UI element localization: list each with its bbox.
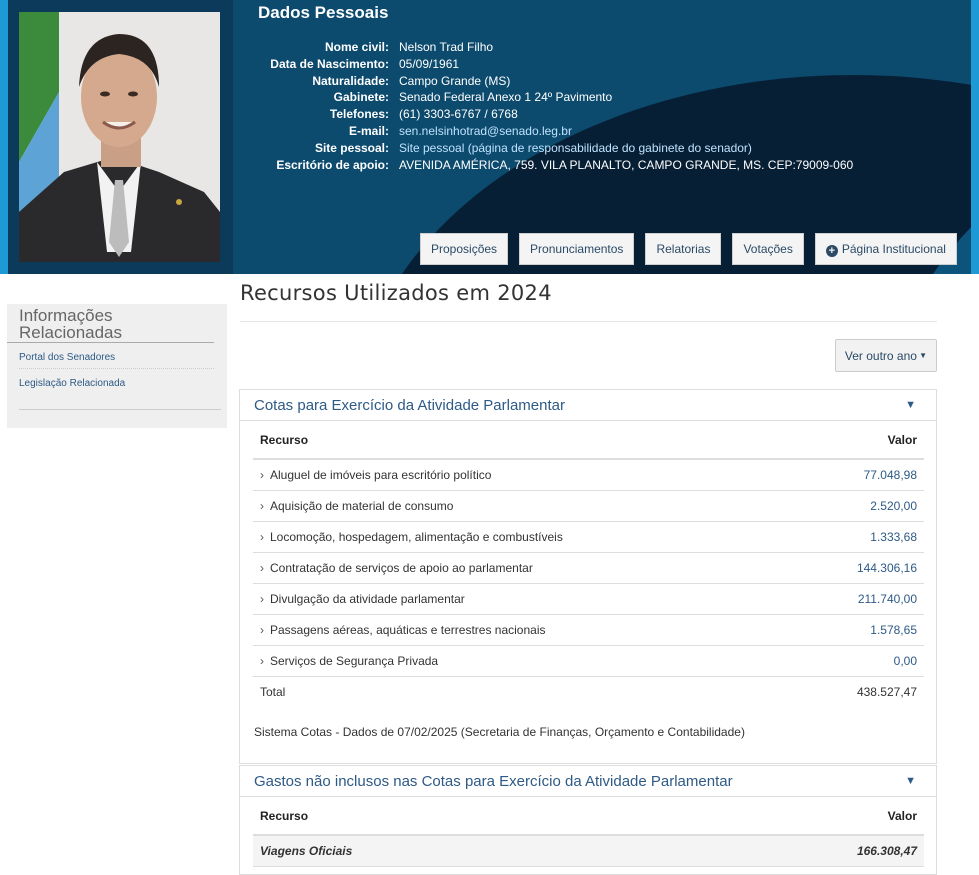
row-value[interactable]: 144.306,16 [794,552,924,584]
data-source-note: Sistema Cotas - Dados de 07/02/2025 (Sec… [254,725,745,739]
year-select-button[interactable]: Ver outro ano ▼ [835,339,937,372]
table-row[interactable]: › Serviços de Segurança Privada 0,00 [253,645,924,677]
info-value: (61) 3303-6767 / 6768 [399,107,518,122]
info-value: 05/09/1961 [399,56,460,71]
sidebar-title: Informações Relacionadas [7,304,214,343]
info-row-nascimento: Data de Nascimento: 05/09/1961 [241,56,961,73]
profile-header: Dados Pessoais Nome civil: Nelson Trad F… [8,0,971,274]
chevron-right-icon: › [260,622,264,637]
info-label: Escritório de apoio: [276,157,389,172]
table-row[interactable]: › Contratação de serviços de apoio ao par… [253,552,924,584]
row-label: Aquisição de material de consumo [270,498,454,513]
gastos-panel-title: Gastos não inclusos nas Cotas para Exerc… [254,773,733,790]
total-value: 438.527,47 [856,684,917,699]
related-info-sidebar: Informações Relacionadas Portal dos Sena… [7,304,227,428]
row-label: Divulgação da atividade parlamentar [270,591,465,606]
header-right-edge [971,0,979,274]
info-row-escritorio: Escritório de apoio: AVENIDA AMÉRICA, 75… [241,157,961,174]
cotas-panel: Cotas para Exercício da Atividade Parlam… [239,389,937,764]
cotas-table: Recurso Valor › Aluguel de imóveis para e… [253,421,924,707]
sidebar-link-portal-senadores[interactable]: Portal dos Senadores [19,343,214,369]
info-label: Site pessoal: [314,140,389,155]
info-value: Senado Federal Anexo 1 24º Pavimento [399,90,613,105]
info-row-site: Site pessoal: Site pessoal (página de re… [241,140,961,157]
cotas-panel-header[interactable]: Cotas para Exercício da Atividade Parlam… [240,390,936,421]
row-label: Contratação de serviços de apoio ao parl… [270,560,533,575]
table-row[interactable]: › Aquisição de material de consumo 2.520,… [253,490,924,522]
row-value[interactable]: 2.520,00 [794,490,924,522]
info-value: Campo Grande (MS) [399,73,511,88]
year-select-label: Ver outro ano [844,349,917,363]
table-header-row: Recurso Valor [253,797,924,836]
section-title-dados-pessoais: Dados Pessoais [258,3,389,22]
info-value: AVENIDA AMÉRICA, 759. VILA PLANALTO, CAM… [399,157,854,172]
info-label: Telefones: [329,107,389,122]
pagina-institucional-label: Página Institucional [841,242,946,256]
title-divider [240,321,937,322]
collapse-toggle-icon[interactable]: ▼ [905,775,916,787]
gastos-panel: Gastos não inclusos nas Cotas para Exerc… [239,765,937,875]
chevron-right-icon: › [260,653,264,668]
info-value: Nelson Trad Filho [399,40,494,54]
table-row[interactable]: › Passagens aéreas, aquáticas e terrestre… [253,614,924,646]
collapse-toggle-icon[interactable]: ▼ [905,399,916,411]
votacoes-button[interactable]: Votações [732,233,804,265]
chevron-right-icon: › [260,591,264,606]
gastos-table: Recurso Valor Viagens Oficiais 166.308,4… [253,797,924,867]
info-label: Naturalidade: [312,73,389,88]
row-label: Locomoção, hospedagem, alimentação e com… [270,529,563,544]
sidebar-link-legislacao[interactable]: Legislação Relacionada [19,369,214,395]
info-label: Data de Nascimento: [270,56,389,71]
row-label: Viagens Oficiais [253,835,638,867]
chevron-right-icon: › [260,467,264,482]
info-row-telefones: Telefones: (61) 3303-6767 / 6768 [241,106,961,123]
gastos-panel-header[interactable]: Gastos não inclusos nas Cotas para Exerc… [240,766,936,797]
info-row-gabinete: Gabinete: Senado Federal Anexo 1 24º Pav… [241,89,961,106]
row-value[interactable]: 1.578,65 [794,614,924,646]
row-value[interactable]: 77.048,98 [794,459,924,491]
site-pessoal-link[interactable]: Site pessoal (página de responsabilidade… [399,140,752,157]
proposicoes-button[interactable]: Proposições [420,233,509,265]
chevron-right-icon: › [260,560,264,575]
row-value[interactable]: 0,00 [794,645,924,677]
pagina-institucional-button[interactable]: + Página Institucional [814,233,957,265]
row-value[interactable]: 211.740,00 [794,583,924,615]
plus-circle-icon: + [825,245,838,257]
info-label: E-mail: [348,123,389,138]
row-value[interactable]: 166.308,47 [637,835,924,867]
row-label: Passagens aéreas, aquáticas e terrestres… [270,622,546,637]
total-label: Total [260,684,286,699]
email-link[interactable]: sen.nelsinhotrad@senado.leg.br [399,123,572,140]
chevron-right-icon: › [260,529,264,544]
senator-photo [19,12,220,262]
chevron-right-icon: › [260,498,264,513]
info-row-naturalidade: Naturalidade: Campo Grande (MS) [241,73,961,90]
info-label: Nome civil: [324,40,389,54]
table-header-row: Recurso Valor [253,421,924,460]
info-row-email: E-mail: sen.nelsinhotrad@senado.leg.br [241,123,961,140]
column-header-valor: Valor [637,797,924,836]
personal-info: Nome civil: Nelson Trad Filho Data de Na… [241,39,961,173]
profile-nav: Proposições Pronunciamentos Relatorias V… [420,233,968,265]
table-row[interactable]: › Locomoção, hospedagem, alimentação e co… [253,521,924,553]
info-label: Gabinete: [333,90,389,105]
table-row[interactable]: Viagens Oficiais 166.308,47 [253,835,924,867]
row-label: Serviços de Segurança Privada [270,653,439,668]
cotas-panel-title: Cotas para Exercício da Atividade Parlam… [254,397,565,414]
total-row: Total 438.527,47 [253,676,924,707]
column-header-valor: Valor [794,421,924,460]
row-label: Aluguel de imóveis para escritório polít… [270,467,492,482]
header-left-edge [0,0,8,274]
table-row[interactable]: › Divulgação da atividade parlamentar 211… [253,583,924,615]
row-value[interactable]: 1.333,68 [794,521,924,553]
sidebar-divider [19,409,221,410]
caret-down-icon: ▼ [916,351,928,360]
column-header-recurso: Recurso [253,421,795,460]
page-title: Recursos Utilizados em 2024 [240,281,552,305]
info-row-nome-civil: Nome civil: Nelson Trad Filho [241,39,961,56]
pronunciamentos-button[interactable]: Pronunciamentos [519,233,635,265]
column-header-recurso: Recurso [253,797,638,836]
relatorias-button[interactable]: Relatorias [645,233,722,265]
table-row[interactable]: › Aluguel de imóveis para escritório polí… [253,459,924,491]
